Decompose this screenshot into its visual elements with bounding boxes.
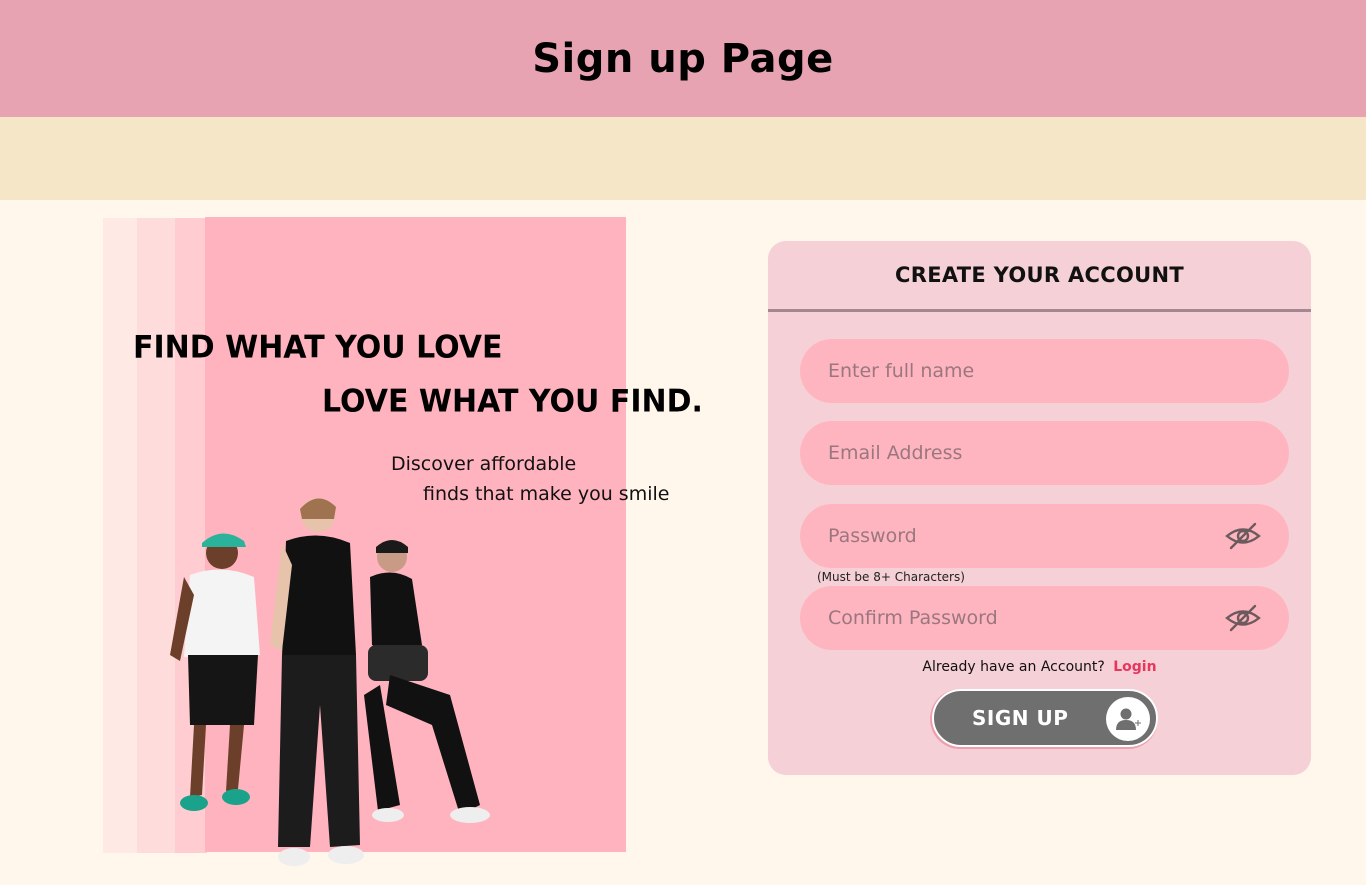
signup-button[interactable]: SIGN UP bbox=[932, 689, 1158, 747]
full-name-input[interactable] bbox=[828, 360, 1261, 382]
password-field-wrapper bbox=[800, 504, 1289, 568]
confirm-password-input[interactable] bbox=[828, 607, 1208, 629]
login-prompt: Already have an Account? Login bbox=[768, 659, 1311, 675]
eye-slash-icon[interactable] bbox=[1225, 521, 1261, 551]
hero-slogan-line1: FIND WHAT YOU LOVE bbox=[133, 329, 503, 366]
email-input[interactable] bbox=[828, 442, 1261, 464]
eye-slash-icon[interactable] bbox=[1225, 603, 1261, 633]
full-name-field-wrapper bbox=[800, 339, 1289, 403]
user-plus-icon bbox=[1106, 697, 1150, 741]
hero-models-image bbox=[170, 498, 490, 866]
hero-section: FIND WHAT YOU LOVE LOVE WHAT YOU FIND. D… bbox=[0, 200, 740, 885]
decorative-band bbox=[0, 117, 1366, 200]
have-account-text: Already have an Account? bbox=[922, 659, 1105, 675]
login-link[interactable]: Login bbox=[1113, 659, 1156, 675]
signup-button-label: SIGN UP bbox=[972, 706, 1069, 730]
signup-button-shadow: SIGN UP bbox=[930, 689, 1158, 749]
hero-slogan-line2: LOVE WHAT YOU FIND. bbox=[322, 383, 703, 420]
form-header: CREATE YOUR ACCOUNT bbox=[768, 241, 1311, 312]
page-header: Sign up Page bbox=[0, 0, 1366, 117]
password-input[interactable] bbox=[828, 525, 1208, 547]
password-hint: (Must be 8+ Characters) bbox=[817, 570, 965, 584]
email-field-wrapper bbox=[800, 421, 1289, 485]
page-title: Sign up Page bbox=[532, 35, 834, 82]
form-title: CREATE YOUR ACCOUNT bbox=[895, 263, 1184, 287]
confirm-password-field-wrapper bbox=[800, 586, 1289, 650]
signup-form-card: CREATE YOUR ACCOUNT (Must be 8+ Characte… bbox=[768, 241, 1311, 775]
hero-tagline-line1: Discover affordable bbox=[391, 453, 577, 475]
